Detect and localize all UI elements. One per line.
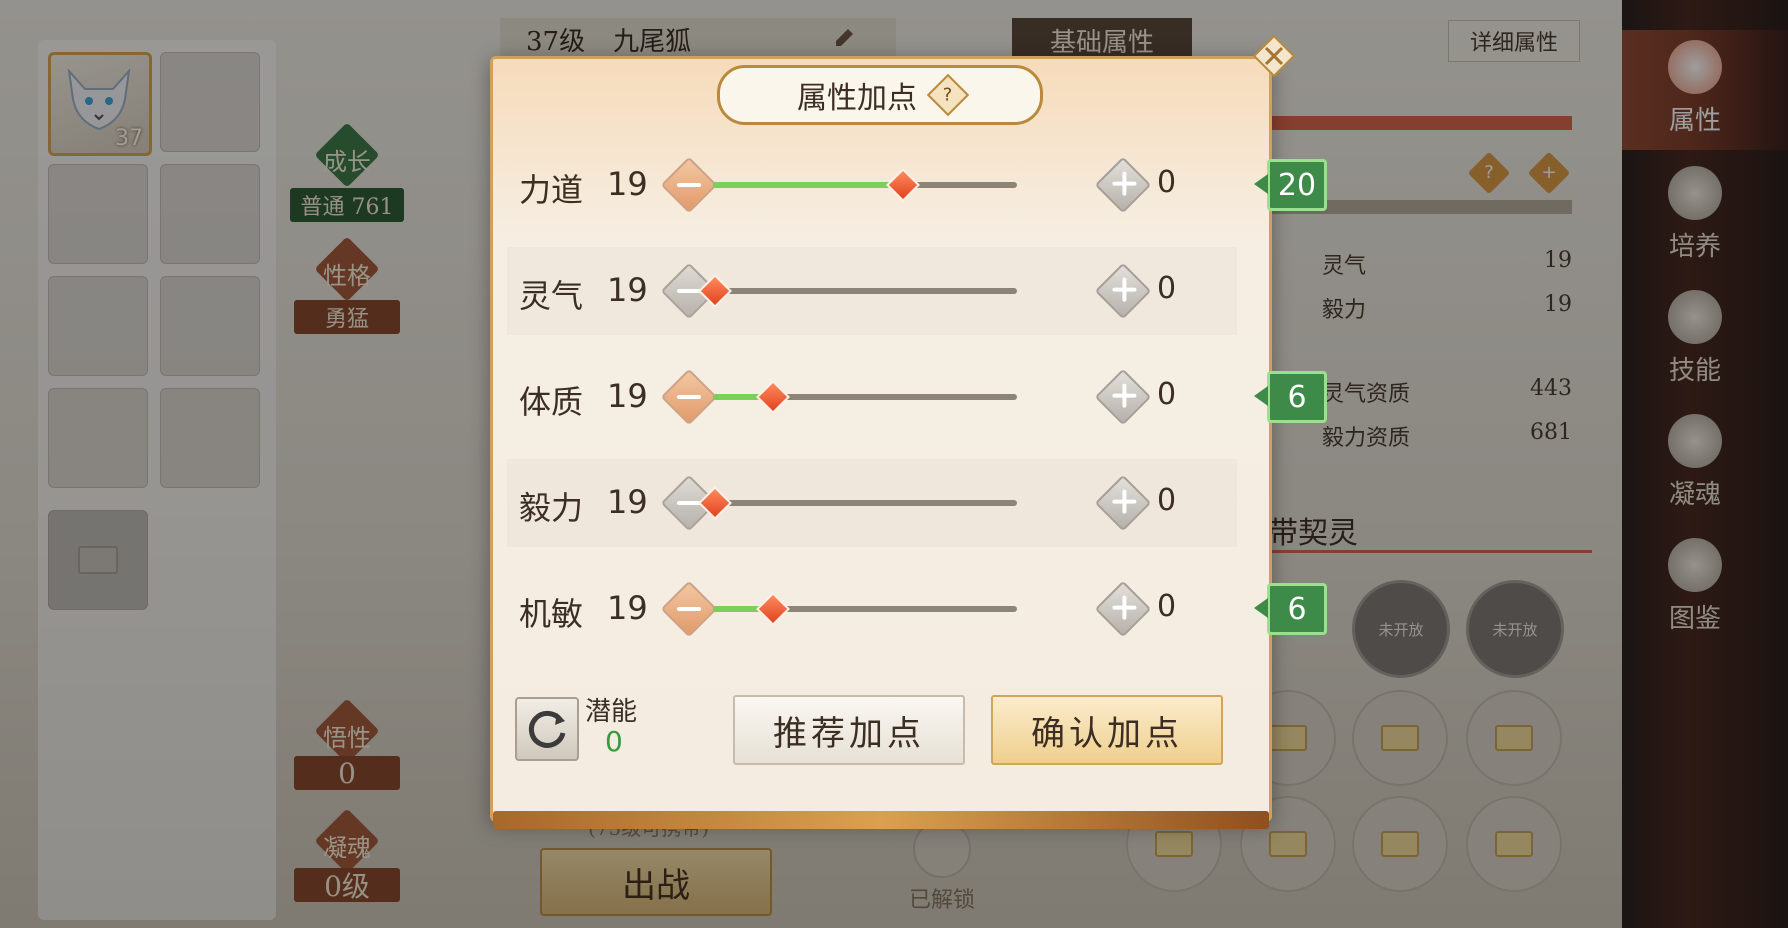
attribute-slider[interactable] <box>713 168 1017 202</box>
attribute-slider[interactable] <box>713 380 1017 414</box>
slider-knob[interactable] <box>756 592 790 626</box>
added-points: 0 <box>1157 483 1177 518</box>
slider-knob[interactable] <box>886 168 920 202</box>
attribute-value: 19 <box>607 271 648 309</box>
attribute-value: 19 <box>607 377 648 415</box>
dialog-title-text: 属性加点 <box>797 81 917 116</box>
added-points: 0 <box>1157 271 1177 306</box>
minus-icon <box>677 395 701 399</box>
decrease-button[interactable] <box>660 368 718 426</box>
attribute-points-dialog: 属性加点 ? 力道 19 0 20 灵气 19 0 体质 19 0 6 毅力 19 0 机敏 19 0 6 潜能 … <box>490 34 1327 829</box>
bonus-tag: 6 <box>1254 583 1327 635</box>
increase-button[interactable] <box>1094 474 1152 532</box>
attribute-slider[interactable] <box>698 486 1017 520</box>
attribute-value: 19 <box>607 165 648 203</box>
bonus-tag: 6 <box>1254 371 1327 423</box>
refresh-icon <box>528 710 566 748</box>
bonus-tag: 20 <box>1254 159 1327 211</box>
attribute-slider[interactable] <box>698 274 1017 308</box>
added-points: 0 <box>1157 589 1177 624</box>
attribute-row: 毅力 19 0 <box>507 459 1237 547</box>
minus-icon <box>677 607 701 611</box>
minus-icon <box>677 183 701 187</box>
attribute-name: 力道 <box>519 171 584 209</box>
slider-fill <box>713 182 901 188</box>
potential-label: 潜能 <box>585 697 638 727</box>
decrease-button[interactable] <box>660 156 718 214</box>
attribute-value: 19 <box>607 483 648 521</box>
attribute-name: 毅力 <box>519 489 584 527</box>
attribute-name: 体质 <box>519 383 584 421</box>
attribute-row: 灵气 19 0 <box>507 247 1237 335</box>
confirm-points-button[interactable]: 确认加点 <box>991 695 1223 765</box>
increase-button[interactable] <box>1094 262 1152 320</box>
increase-button[interactable] <box>1094 368 1152 426</box>
decrease-button[interactable] <box>660 580 718 638</box>
attribute-value: 19 <box>607 589 648 627</box>
attribute-row: 力道 19 0 <box>507 141 1237 229</box>
attribute-slider[interactable] <box>713 592 1017 626</box>
added-points: 0 <box>1157 377 1177 412</box>
dialog-title: 属性加点 ? <box>717 65 1043 125</box>
reset-button[interactable] <box>515 697 579 761</box>
potential-value: 0 <box>605 725 623 758</box>
recommend-points-button[interactable]: 推荐加点 <box>733 695 965 765</box>
attribute-row: 体质 19 0 <box>507 353 1237 441</box>
added-points: 0 <box>1157 165 1177 200</box>
increase-button[interactable] <box>1094 580 1152 638</box>
attribute-name: 灵气 <box>519 277 584 315</box>
attribute-row: 机敏 19 0 <box>507 565 1237 653</box>
increase-button[interactable] <box>1094 156 1152 214</box>
help-icon[interactable]: ? <box>926 73 970 117</box>
close-icon[interactable] <box>1249 31 1299 81</box>
slider-knob[interactable] <box>756 380 790 414</box>
attribute-name: 机敏 <box>519 595 584 633</box>
dialog-bottom-trim <box>493 811 1269 829</box>
